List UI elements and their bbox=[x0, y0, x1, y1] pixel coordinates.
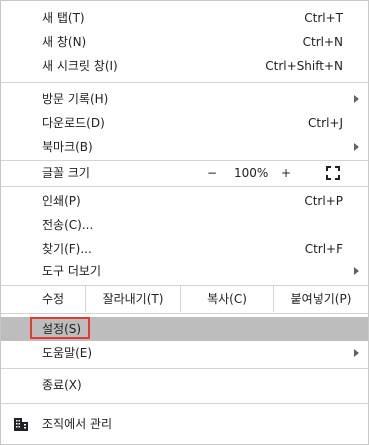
zoom-label: 글꼴 크기 bbox=[42, 166, 90, 180]
find-label: 찾기(F)... bbox=[42, 242, 92, 256]
new-tab-label: 새 탭(T) bbox=[42, 11, 85, 25]
separator bbox=[1, 82, 368, 83]
help-label: 도움말(E) bbox=[42, 346, 93, 360]
downloads-label: 다운로드(D) bbox=[42, 116, 105, 130]
bookmarks-label: 북마크(B) bbox=[42, 140, 93, 154]
fullscreen-icon[interactable] bbox=[326, 166, 340, 180]
paste-button[interactable]: 붙여넣기(P) bbox=[273, 286, 368, 312]
menu-item-settings[interactable]: 설정(S) bbox=[1, 317, 368, 341]
separator bbox=[1, 313, 368, 314]
menu-item-new-window[interactable]: 새 창(N) Ctrl+N bbox=[1, 30, 368, 54]
menu-item-downloads[interactable]: 다운로드(D) Ctrl+J bbox=[1, 111, 368, 135]
chevron-right-icon bbox=[354, 267, 359, 275]
menu-item-new-incognito[interactable]: 새 시크릿 창(I) Ctrl+Shift+N bbox=[1, 54, 368, 78]
edit-row: 수정 잘라내기(T) 복사(C) 붙여넣기(P) bbox=[1, 286, 368, 312]
menu-item-exit[interactable]: 종료(X) bbox=[1, 373, 368, 397]
menu-item-new-tab[interactable]: 새 탭(T) Ctrl+T bbox=[1, 6, 368, 30]
chevron-right-icon bbox=[354, 349, 359, 357]
menu-item-print[interactable]: 인쇄(P) Ctrl+P bbox=[1, 189, 368, 213]
separator bbox=[1, 368, 368, 369]
menu-item-cast[interactable]: 전송(C)... bbox=[1, 213, 368, 237]
menu-item-managed[interactable]: 조직에서 관리 bbox=[1, 412, 368, 436]
print-shortcut: Ctrl+P bbox=[304, 194, 343, 208]
zoom-in-button[interactable]: + bbox=[281, 161, 291, 185]
edit-label: 수정 bbox=[42, 292, 65, 306]
new-tab-shortcut: Ctrl+T bbox=[304, 11, 343, 25]
downloads-shortcut: Ctrl+J bbox=[308, 116, 343, 130]
menu-item-bookmarks[interactable]: 북마크(B) bbox=[1, 135, 368, 159]
history-label: 방문 기록(H) bbox=[42, 92, 109, 106]
copy-button[interactable]: 복사(C) bbox=[180, 286, 273, 312]
managed-label: 조직에서 관리 bbox=[42, 417, 113, 431]
cast-label: 전송(C)... bbox=[42, 218, 94, 232]
chevron-right-icon bbox=[354, 95, 359, 103]
zoom-value: 100% bbox=[234, 166, 269, 180]
print-label: 인쇄(P) bbox=[42, 194, 81, 208]
zoom-row: 글꼴 크기 − 100% + bbox=[1, 161, 368, 185]
separator bbox=[1, 186, 368, 187]
chevron-right-icon bbox=[354, 143, 359, 151]
settings-label: 설정(S) bbox=[42, 322, 82, 336]
menu-item-find[interactable]: 찾기(F)... Ctrl+F bbox=[1, 237, 368, 261]
find-shortcut: Ctrl+F bbox=[304, 242, 343, 256]
cut-button[interactable]: 잘라내기(T) bbox=[85, 286, 180, 312]
new-window-shortcut: Ctrl+N bbox=[302, 35, 343, 49]
new-incognito-label: 새 시크릿 창(I) bbox=[42, 59, 118, 73]
building-icon bbox=[14, 418, 28, 431]
menu-item-help[interactable]: 도움말(E) bbox=[1, 341, 368, 365]
new-incognito-shortcut: Ctrl+Shift+N bbox=[265, 59, 343, 73]
menu-item-history[interactable]: 방문 기록(H) bbox=[1, 87, 368, 111]
more-tools-label: 도구 더보기 bbox=[42, 264, 102, 278]
zoom-out-button[interactable]: − bbox=[207, 161, 217, 185]
menu-item-more-tools[interactable]: 도구 더보기 bbox=[1, 259, 368, 283]
exit-label: 종료(X) bbox=[42, 378, 82, 392]
separator bbox=[1, 403, 368, 404]
chrome-main-menu: 새 탭(T) Ctrl+T 새 창(N) Ctrl+N 새 시크릿 창(I) C… bbox=[0, 0, 369, 445]
new-window-label: 새 창(N) bbox=[42, 35, 87, 49]
